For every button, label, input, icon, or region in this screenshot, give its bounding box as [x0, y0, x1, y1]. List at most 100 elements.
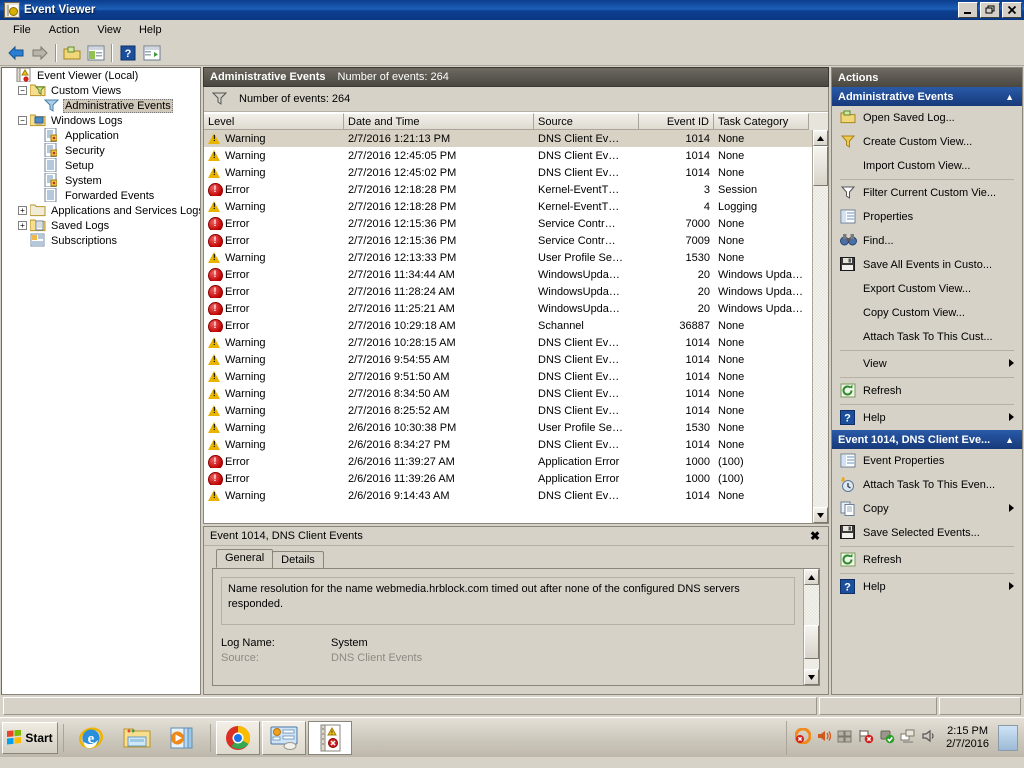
tree-node-application[interactable]: Application	[2, 127, 200, 143]
action-item-view[interactable]: View	[832, 352, 1022, 376]
tree-node-setup[interactable]: Setup	[2, 157, 200, 173]
column-header-event-id[interactable]: Event ID	[639, 113, 714, 130]
window-title-bar[interactable]: Event Viewer	[0, 0, 1024, 20]
collapse-icon[interactable]: −	[18, 86, 27, 95]
detail-scroll-thumb[interactable]	[804, 625, 819, 659]
start-button[interactable]: Start	[2, 721, 58, 754]
tree-node-forwarded-events[interactable]: Forwarded Events	[2, 187, 200, 203]
tree-node-subscriptions[interactable]: Subscriptions	[2, 233, 200, 248]
action-item-event-properties[interactable]: Event Properties	[832, 449, 1022, 473]
scroll-track[interactable]	[813, 146, 828, 507]
event-viewer-icon[interactable]: !	[308, 720, 352, 755]
action-item-refresh[interactable]: Refresh	[832, 379, 1022, 403]
show-desktop-button[interactable]	[998, 724, 1018, 751]
tab-details[interactable]: Details	[272, 551, 324, 568]
event-row[interactable]: Warning 2/7/2016 9:54:55 AM DNS Client Ev……	[204, 351, 812, 368]
tree-node-security[interactable]: Security	[2, 142, 200, 158]
menu-action[interactable]: Action	[40, 22, 89, 38]
menu-file[interactable]: File	[4, 22, 40, 38]
action-item-create-custom-view[interactable]: Create Custom View...	[832, 130, 1022, 154]
chevron-up-icon[interactable]: ▲	[1005, 435, 1014, 445]
tree-node-applications-and-services-logs[interactable]: + Applications and Services Logs	[2, 203, 200, 218]
events-grid-scrollbar[interactable]	[812, 130, 828, 523]
event-row[interactable]: Warning 2/7/2016 12:18:28 PM Kernel-EventT…	[204, 198, 812, 215]
event-row[interactable]: Warning 2/7/2016 1:21:13 PM DNS Client Ev……	[204, 130, 812, 147]
taskbar-clock[interactable]: 2:15 PM 2/7/2016	[946, 725, 989, 751]
event-row[interactable]: Warning 2/7/2016 12:45:05 PM DNS Client Ev…	[204, 147, 812, 164]
tree-node-system[interactable]: System	[2, 172, 200, 188]
tree-node-saved-logs[interactable]: + Saved Logs	[2, 218, 200, 233]
detail-scroll-up-button[interactable]	[804, 569, 819, 585]
server-manager-icon[interactable]	[262, 720, 306, 755]
action-item-filter-current-custom-vie[interactable]: Filter Current Custom Vie...	[832, 181, 1022, 205]
action-item-import-custom-view[interactable]: Import Custom View...	[832, 154, 1022, 178]
actions-group-header[interactable]: Event 1014, DNS Client Eve... ▲	[832, 430, 1022, 449]
event-row[interactable]: Warning 2/7/2016 10:28:15 AM DNS Client Ev…	[204, 334, 812, 351]
minimize-button[interactable]	[958, 2, 978, 18]
filter-summary-bar[interactable]: Number of events: 264	[204, 87, 828, 112]
action-item-save-all-events-in-custo[interactable]: Save All Events in Custo...	[832, 253, 1022, 277]
column-header-task-category[interactable]: Task Category	[714, 113, 809, 130]
event-row[interactable]: Warning 2/7/2016 12:45:02 PM DNS Client Ev…	[204, 164, 812, 181]
tree-node-administrative-events[interactable]: Administrative Events	[2, 98, 200, 113]
console-tree-pane[interactable]: Event Viewer (Local) − Custom Views Adminis…	[1, 67, 201, 695]
event-row[interactable]: Warning 2/7/2016 8:34:50 AM DNS Client Ev……	[204, 385, 812, 402]
action-item-copy-custom-view[interactable]: Copy Custom View...	[832, 301, 1022, 325]
event-row[interactable]: Error 2/7/2016 11:28:24 AM WindowsUpda… 20 W…	[204, 283, 812, 300]
close-button[interactable]	[1002, 2, 1022, 18]
action-item-refresh[interactable]: Refresh	[832, 548, 1022, 572]
network-icon[interactable]	[900, 728, 916, 747]
flag-alert-icon[interactable]	[858, 728, 874, 747]
action-item-help[interactable]: ? Help	[832, 406, 1022, 430]
action-item-find[interactable]: Find...	[832, 229, 1022, 253]
tree-node-custom-views[interactable]: − Custom Views	[2, 83, 200, 98]
column-headers[interactable]: Level Date and Time Source Event ID Task Cat…	[204, 112, 828, 130]
detail-close-icon[interactable]: ✖	[810, 529, 820, 543]
detail-scroll-track[interactable]	[804, 585, 819, 669]
action-item-help[interactable]: ? Help	[832, 575, 1022, 599]
help-button[interactable]: ?	[116, 42, 140, 64]
tab-general[interactable]: General	[216, 549, 274, 568]
speaker-icon[interactable]	[921, 728, 937, 747]
action-item-properties[interactable]: Properties	[832, 205, 1022, 229]
action-center-alert-icon[interactable]	[794, 727, 812, 747]
actions-group-header[interactable]: Administrative Events ▲	[832, 87, 1022, 106]
event-row[interactable]: Error 2/7/2016 11:25:21 AM WindowsUpda… 20 W…	[204, 300, 812, 317]
tree-node-event-viewer-local[interactable]: Event Viewer (Local)	[2, 68, 200, 83]
column-header-source[interactable]: Source	[534, 113, 639, 130]
column-header-date-and-time[interactable]: Date and Time	[344, 113, 534, 130]
action-item-copy[interactable]: Copy	[832, 497, 1022, 521]
event-row[interactable]: Error 2/7/2016 12:15:36 PM Service Contr… 7…	[204, 232, 812, 249]
action-item-attach-task-to-this-cust[interactable]: Attach Task To This Cust...	[832, 325, 1022, 349]
media-player-icon[interactable]	[161, 721, 205, 755]
event-row[interactable]: Warning 2/7/2016 12:13:33 PM User Profile …	[204, 249, 812, 266]
event-row[interactable]: Warning 2/6/2016 10:30:38 PM User Profile …	[204, 419, 812, 436]
chrome-icon[interactable]	[216, 720, 260, 755]
menu-view[interactable]: View	[88, 22, 130, 38]
event-row[interactable]: Error 2/6/2016 11:39:27 AM Application Err…	[204, 453, 812, 470]
action-item-open-saved-log[interactable]: Open Saved Log...	[832, 106, 1022, 130]
action-item-attach-task-to-this-even[interactable]: Attach Task To This Even...	[832, 473, 1022, 497]
scroll-thumb[interactable]	[813, 146, 828, 186]
expand-icon[interactable]: +	[18, 221, 27, 230]
event-row[interactable]: Error 2/7/2016 12:18:28 PM Kernel-EventT… 3…	[204, 181, 812, 198]
column-header-level[interactable]: Level	[204, 113, 344, 130]
maximize-button[interactable]	[980, 2, 1000, 18]
forward-button[interactable]	[28, 42, 52, 64]
chevron-up-icon[interactable]: ▲	[1005, 92, 1014, 102]
volume-icon[interactable]	[816, 728, 832, 747]
menu-help[interactable]: Help	[130, 22, 171, 38]
action-item-export-custom-view[interactable]: Export Custom View...	[832, 277, 1022, 301]
action-pane-button[interactable]	[140, 42, 164, 64]
detail-scroll-down-button[interactable]	[804, 669, 819, 685]
internet-explorer-icon[interactable]: e	[69, 721, 113, 755]
file-explorer-icon[interactable]	[115, 721, 159, 755]
detail-scrollbar[interactable]	[803, 569, 819, 685]
event-row[interactable]: Error 2/7/2016 11:34:44 AM WindowsUpda… 20 W…	[204, 266, 812, 283]
event-row[interactable]: Error 2/7/2016 10:29:18 AM Schannel 36887 No…	[204, 317, 812, 334]
back-button[interactable]	[4, 42, 28, 64]
security-shield-ok-icon[interactable]	[879, 728, 895, 747]
tree-node-windows-logs[interactable]: − Windows Logs	[2, 113, 200, 128]
event-row[interactable]: Error 2/7/2016 12:15:36 PM Service Contr… 7…	[204, 215, 812, 232]
action-item-save-selected-events[interactable]: Save Selected Events...	[832, 521, 1022, 545]
